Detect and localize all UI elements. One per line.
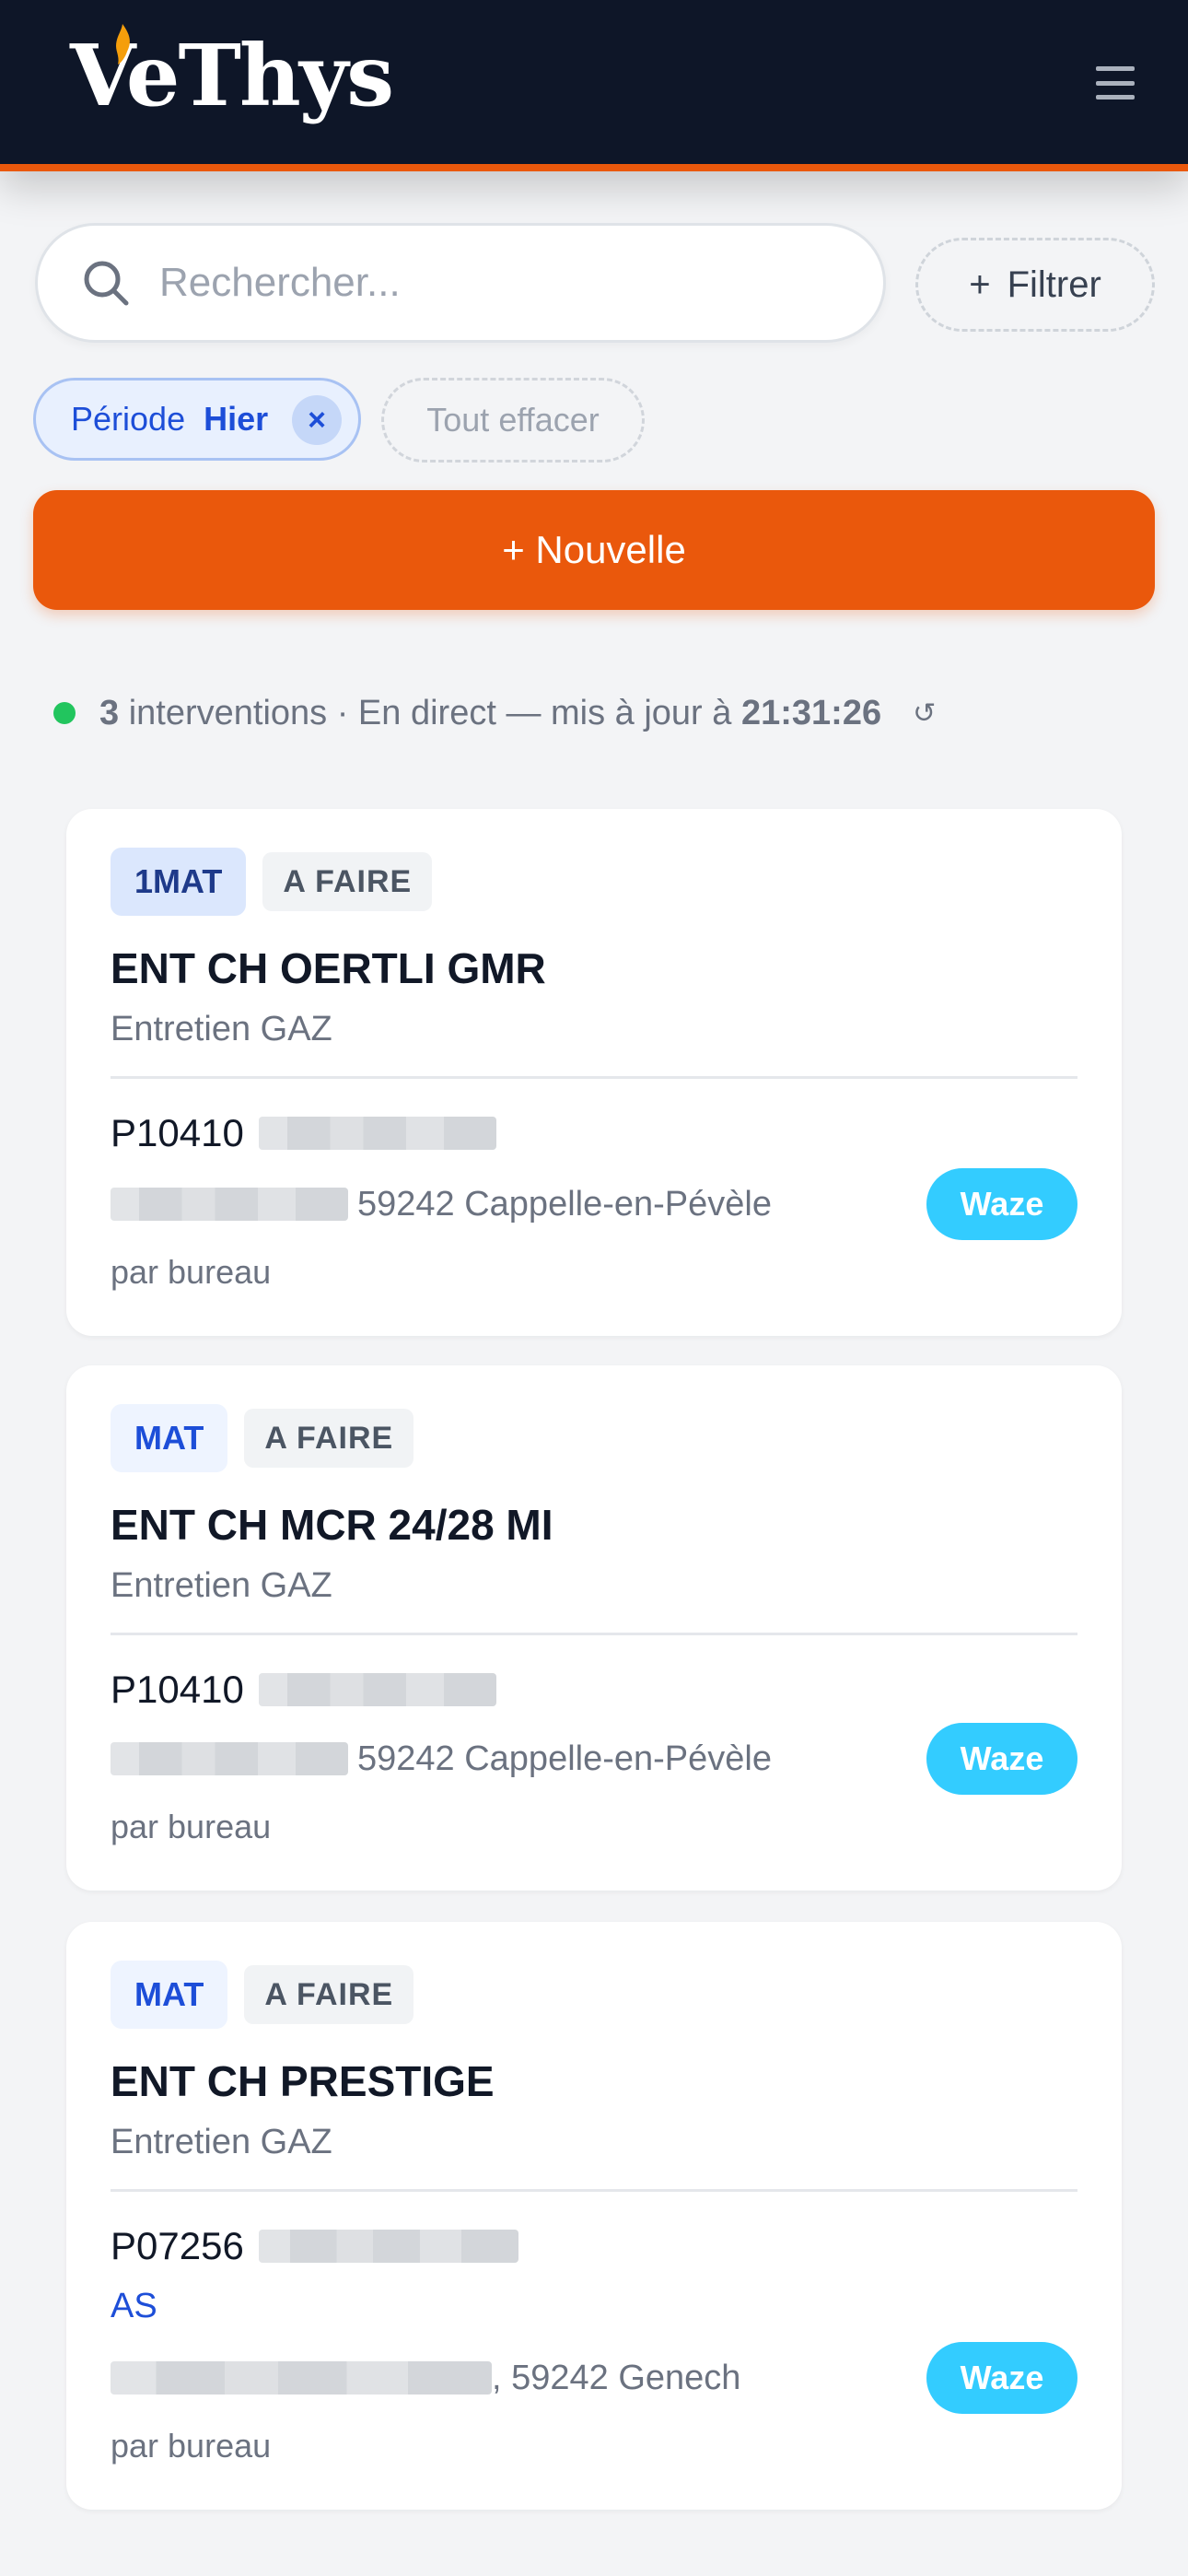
card-subtitle: Entretien GAZ <box>111 1566 332 1605</box>
redacted-client-name <box>258 1673 496 1706</box>
chip-value: Hier <box>204 400 269 438</box>
brand-logo[interactable]: VeThys <box>70 20 394 131</box>
client-ref: P10410 <box>111 1111 244 1154</box>
last-update-time: 21:31:26 <box>740 693 882 732</box>
search-input[interactable] <box>157 259 861 307</box>
filter-label: Filtrer <box>1007 263 1101 305</box>
status-badge: A FAIRE <box>244 1965 414 2024</box>
card-badges: 1MAT A FAIRE <box>111 848 433 916</box>
address-line: 59242 Cappelle-en-Pévèle <box>111 1736 772 1782</box>
hamburger-menu-icon[interactable] <box>1096 66 1135 100</box>
address-city: , 59242 Genech <box>492 2358 741 2397</box>
search-icon <box>84 261 129 306</box>
type-badge: 1MAT <box>111 848 247 916</box>
period-filter-chip[interactable]: Période Hier × <box>33 378 361 461</box>
refresh-icon[interactable]: ↺ <box>913 697 936 730</box>
type-badge: MAT <box>111 1404 228 1472</box>
filter-button[interactable]: + Filtrer <box>915 238 1155 332</box>
account-tag: AS <box>111 2287 157 2325</box>
card-badges: MAT A FAIRE <box>111 1961 414 2029</box>
remove-chip-icon[interactable]: × <box>292 395 342 445</box>
divider <box>111 2189 1077 2192</box>
chip-key: Période <box>71 400 186 438</box>
status-text: interventions · En direct — mis à jour à <box>128 693 732 732</box>
created-by: par bureau <box>111 1253 272 1291</box>
redacted-street <box>111 1188 348 1221</box>
card-subtitle: Entretien GAZ <box>111 2123 332 2161</box>
card-title: ENT CH OERTLI GMR <box>111 944 546 992</box>
card-title: ENT CH MCR 24/28 MI <box>111 1501 553 1549</box>
intervention-card[interactable]: MAT A FAIRE ENT CH PRESTIGE Entretien GA… <box>66 1922 1122 2510</box>
clear-all-button[interactable]: Tout effacer <box>381 378 645 463</box>
client-line: P10410 <box>111 1107 496 1159</box>
card-title: ENT CH PRESTIGE <box>111 2057 495 2105</box>
address-city: 59242 Cappelle-en-Pévèle <box>357 1739 772 1778</box>
type-badge: MAT <box>111 1961 228 2029</box>
search-bar[interactable] <box>35 223 886 343</box>
address-city: 59242 Cappelle-en-Pévèle <box>357 1184 772 1224</box>
address-line: , 59242 Genech <box>111 2355 740 2401</box>
address-line: 59242 Cappelle-en-Pévèle <box>111 1181 772 1227</box>
waze-button[interactable]: Waze <box>926 1168 1077 1240</box>
redacted-street <box>111 2361 492 2395</box>
redacted-client-name <box>258 1117 496 1150</box>
status-badge: A FAIRE <box>244 1409 414 1468</box>
intervention-count: 3 <box>99 693 120 732</box>
client-ref: P10410 <box>111 1668 244 1711</box>
card-badges: MAT A FAIRE <box>111 1404 414 1472</box>
intervention-card[interactable]: MAT A FAIRE ENT CH MCR 24/28 MI Entretie… <box>66 1365 1122 1891</box>
status-badge: A FAIRE <box>262 852 433 911</box>
redacted-street <box>111 1742 348 1775</box>
divider <box>111 1076 1077 1079</box>
app-header: VeThys <box>0 0 1188 171</box>
created-by: par bureau <box>111 1808 272 1845</box>
created-by: par bureau <box>111 2427 272 2465</box>
waze-button[interactable]: Waze <box>926 2342 1077 2414</box>
client-line: P07256 <box>111 2220 518 2272</box>
client-ref: P07256 <box>111 2224 244 2267</box>
redacted-client-name <box>258 2230 518 2263</box>
client-line: P10410 <box>111 1664 496 1715</box>
plus-icon: + <box>969 263 991 305</box>
new-intervention-button[interactable]: + Nouvelle <box>33 490 1155 610</box>
card-subtitle: Entretien GAZ <box>111 1010 332 1048</box>
flame-icon <box>116 24 130 64</box>
divider <box>111 1633 1077 1635</box>
live-status: 3 interventions · En direct — mis à jour… <box>53 687 936 739</box>
live-indicator-dot <box>53 702 76 724</box>
intervention-card[interactable]: 1MAT A FAIRE ENT CH OERTLI GMR Entretien… <box>66 809 1122 1336</box>
waze-button[interactable]: Waze <box>926 1723 1077 1795</box>
